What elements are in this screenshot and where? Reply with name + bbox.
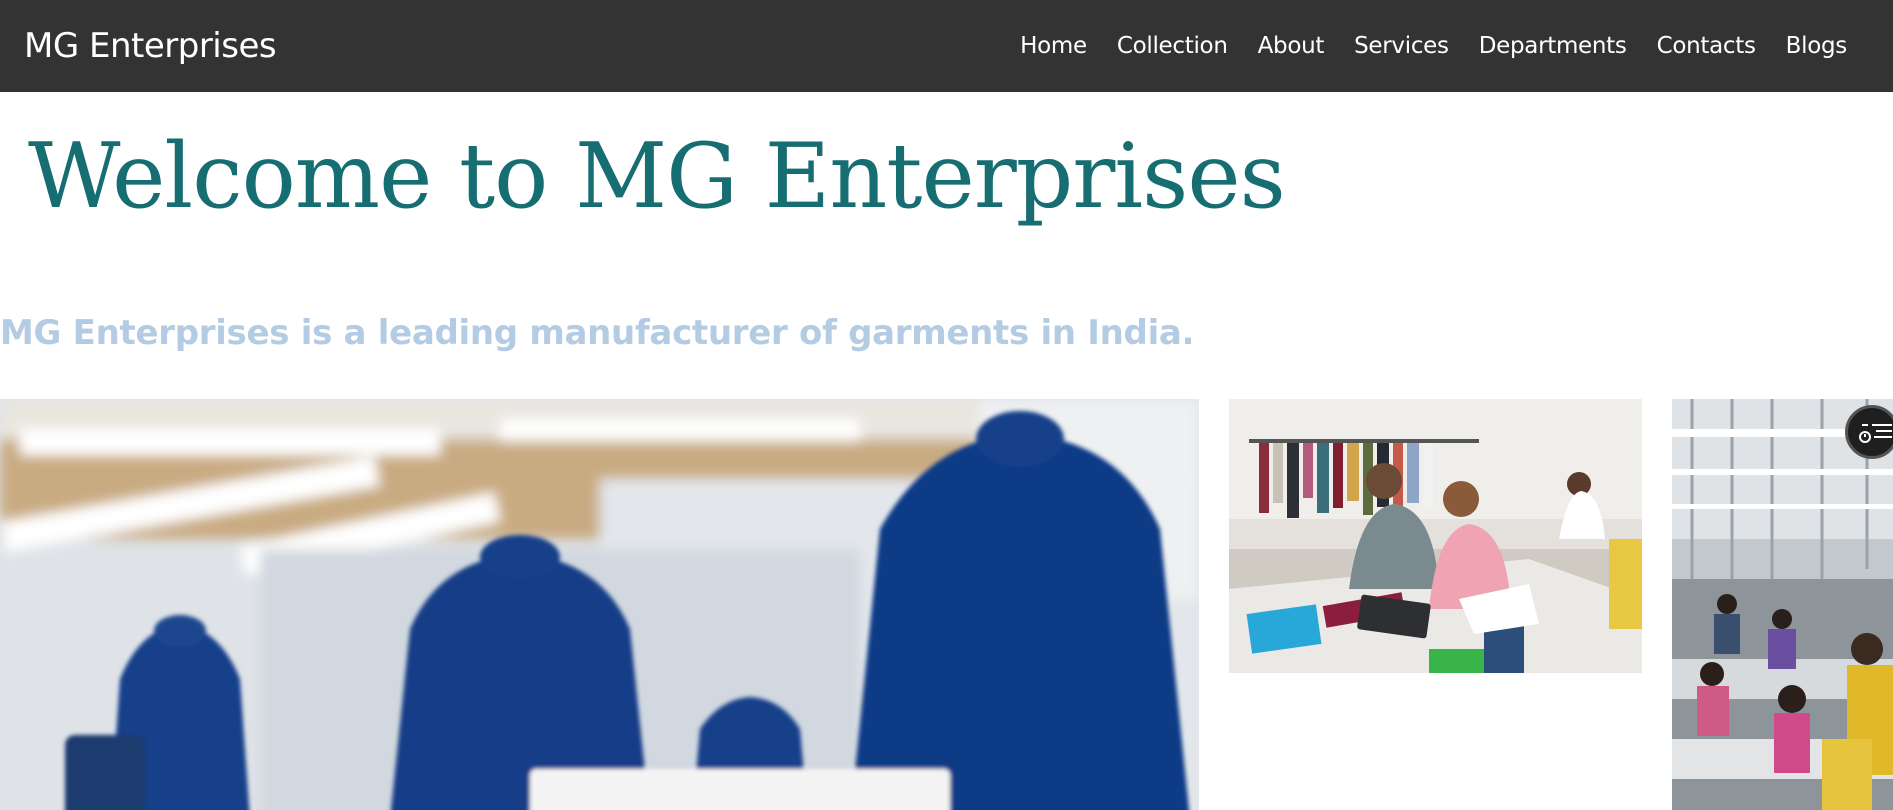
page-subtitle: MG Enterprises is a leading manufacturer… — [0, 313, 1195, 353]
nav-link-services[interactable]: Services — [1354, 28, 1449, 64]
nav-link-blogs[interactable]: Blogs — [1786, 28, 1848, 64]
floating-menu-button[interactable] — [1845, 405, 1893, 459]
nav-menu: Home Collection About Services Departmen… — [1020, 28, 1847, 64]
nav-link-departments[interactable]: Departments — [1479, 28, 1627, 64]
nav-link-home[interactable]: Home — [1020, 28, 1087, 64]
brand-logo-text[interactable]: MG Enterprises — [24, 24, 277, 68]
nav-link-collection[interactable]: Collection — [1117, 28, 1228, 64]
list-menu-icon — [1859, 424, 1892, 443]
gallery-image-design-team — [1229, 399, 1642, 673]
top-navbar: MG Enterprises Home Collection About Ser… — [0, 0, 1893, 92]
gallery-image-dress-forms — [0, 399, 1199, 810]
page-title: Welcome to MG Enterprises — [28, 124, 1286, 229]
nav-link-about[interactable]: About — [1258, 28, 1325, 64]
nav-link-contacts[interactable]: Contacts — [1657, 28, 1756, 64]
gallery-image-factory-floor — [1672, 399, 1893, 810]
